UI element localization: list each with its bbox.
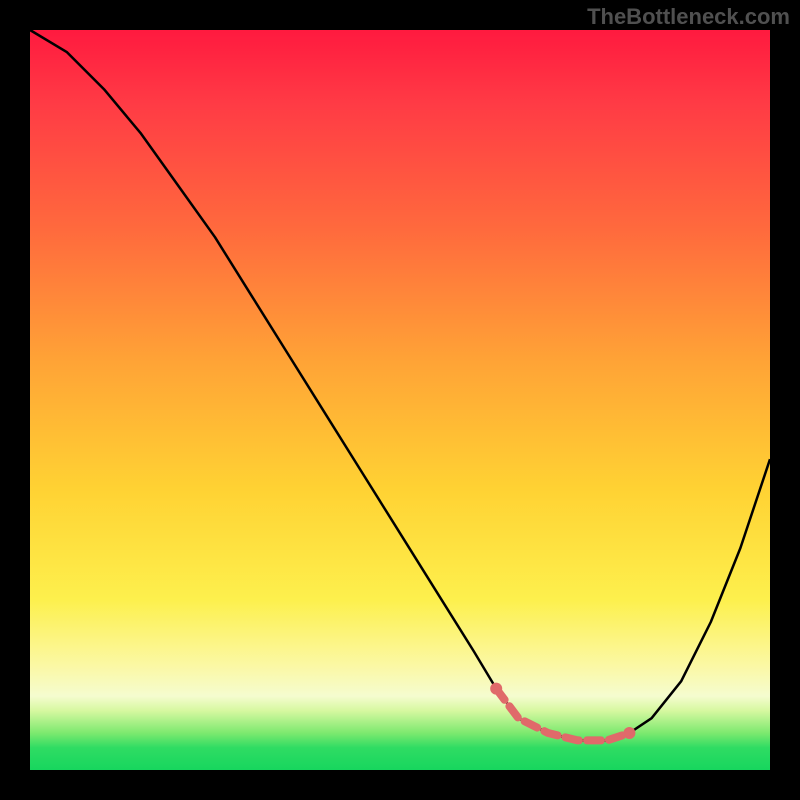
attribution-text: TheBottleneck.com [587, 4, 790, 30]
bottleneck-curve [30, 30, 770, 740]
chart-container: TheBottleneck.com [0, 0, 800, 800]
curve-layer [30, 30, 770, 770]
optimal-range-marker [490, 683, 635, 741]
plot-area [30, 30, 770, 770]
